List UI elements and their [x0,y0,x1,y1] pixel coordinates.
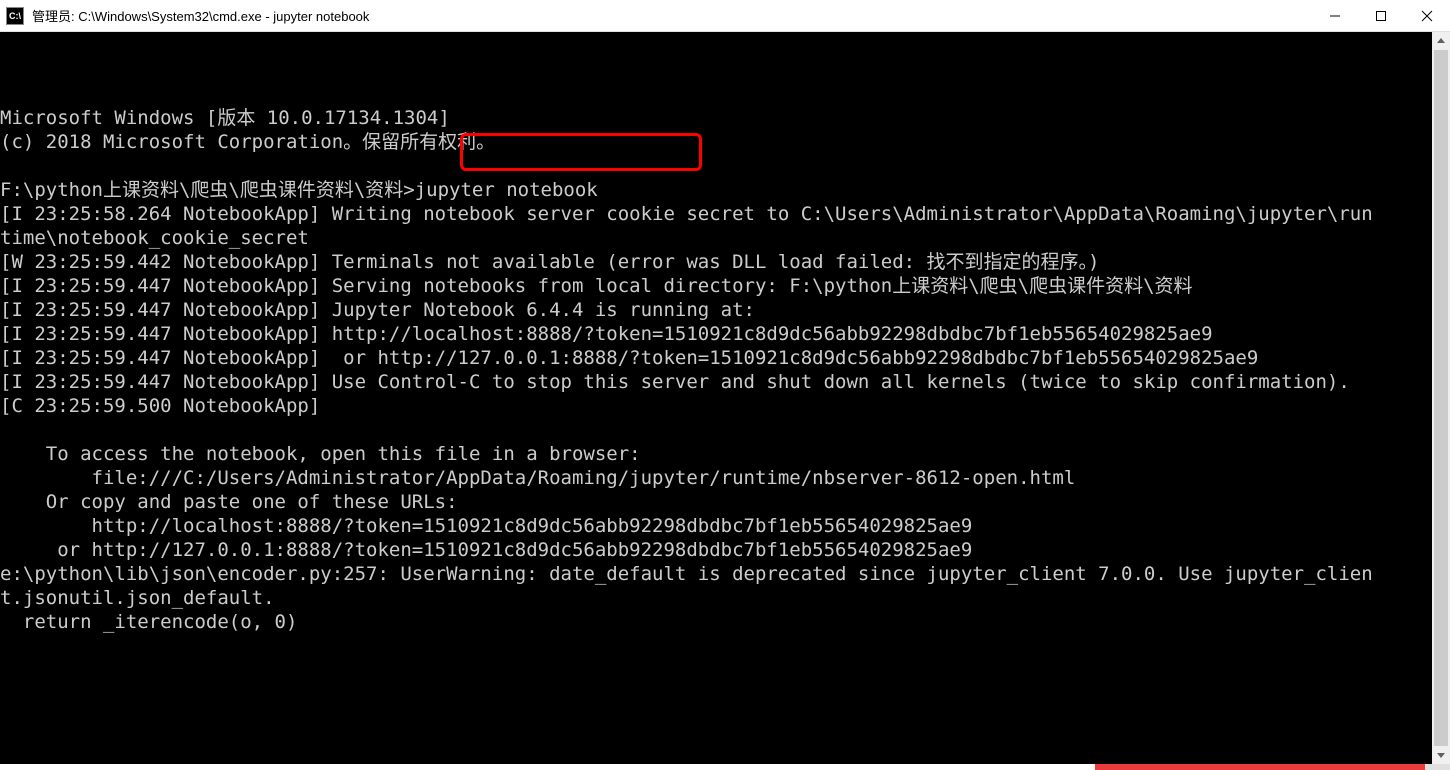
terminal-line: t.jsonutil.json_default. [0,587,275,609]
terminal-line: [C 23:25:59.500 NotebookApp] [0,395,320,417]
bottom-gray-strip [1425,764,1450,770]
terminal-line: time\notebook_cookie_secret [0,227,309,249]
scroll-down-arrow-icon[interactable] [1432,746,1450,764]
bottom-bar [0,764,1450,770]
terminal-line: Or copy and paste one of these URLs: [0,491,458,513]
terminal-line: [I 23:25:59.447 NotebookApp] http://loca… [0,323,1213,345]
minimize-button[interactable] [1312,0,1358,31]
terminal-line: [I 23:25:59.447 NotebookApp] Jupyter Not… [0,299,755,321]
close-icon [1421,10,1433,22]
terminal-line: e:\python\lib\json\encoder.py:257: UserW… [0,563,1373,585]
title-bar: C:\ 管理员: C:\Windows\System32\cmd.exe - j… [0,0,1450,32]
title-left: C:\ 管理员: C:\Windows\System32\cmd.exe - j… [0,6,369,25]
terminal-line: [I 23:25:59.447 NotebookApp] Use Control… [0,371,1350,393]
terminal-line: To access the notebook, open this file i… [0,443,641,465]
vertical-scrollbar[interactable] [1432,32,1450,764]
terminal-content: Microsoft Windows [版本 10.0.17134.1304] (… [0,82,1450,658]
terminal-line: return _iterencode(o, 0) [0,611,297,633]
terminal-line: Microsoft Windows [版本 10.0.17134.1304] [0,107,450,129]
maximize-icon [1375,10,1387,22]
terminal-line: http://localhost:8888/?token=1510921c8d9… [0,515,972,537]
terminal-command: jupyter notebook [415,179,598,201]
maximize-button[interactable] [1358,0,1404,31]
window-controls [1312,0,1450,31]
scroll-thumb[interactable] [1434,50,1448,746]
terminal-line: (c) 2018 Microsoft Corporation。保留所有权利。 [0,131,495,153]
terminal-line: or http://127.0.0.1:8888/?token=1510921c… [0,539,972,561]
terminal[interactable]: Microsoft Windows [版本 10.0.17134.1304] (… [0,32,1450,764]
minimize-icon [1329,10,1341,22]
window-title: 管理员: C:\Windows\System32\cmd.exe - jupyt… [32,6,369,25]
terminal-line: [W 23:25:59.442 NotebookApp] Terminals n… [0,251,1100,273]
terminal-line: [I 23:25:59.447 NotebookApp] Serving not… [0,275,1193,297]
terminal-line: file:///C:/Users/Administrator/AppData/R… [0,467,1075,489]
cmd-icon: C:\ [6,7,24,25]
close-button[interactable] [1404,0,1450,31]
terminal-line: [I 23:25:58.264 NotebookApp] Writing not… [0,203,1373,225]
terminal-prompt-path: F:\python上课资料\爬虫\爬虫课件资料\资料> [0,179,415,201]
bottom-red-strip [1095,764,1425,770]
terminal-line: [I 23:25:59.447 NotebookApp] or http://1… [0,347,1258,369]
scroll-up-arrow-icon[interactable] [1432,32,1450,50]
bottom-gap [0,764,1095,770]
